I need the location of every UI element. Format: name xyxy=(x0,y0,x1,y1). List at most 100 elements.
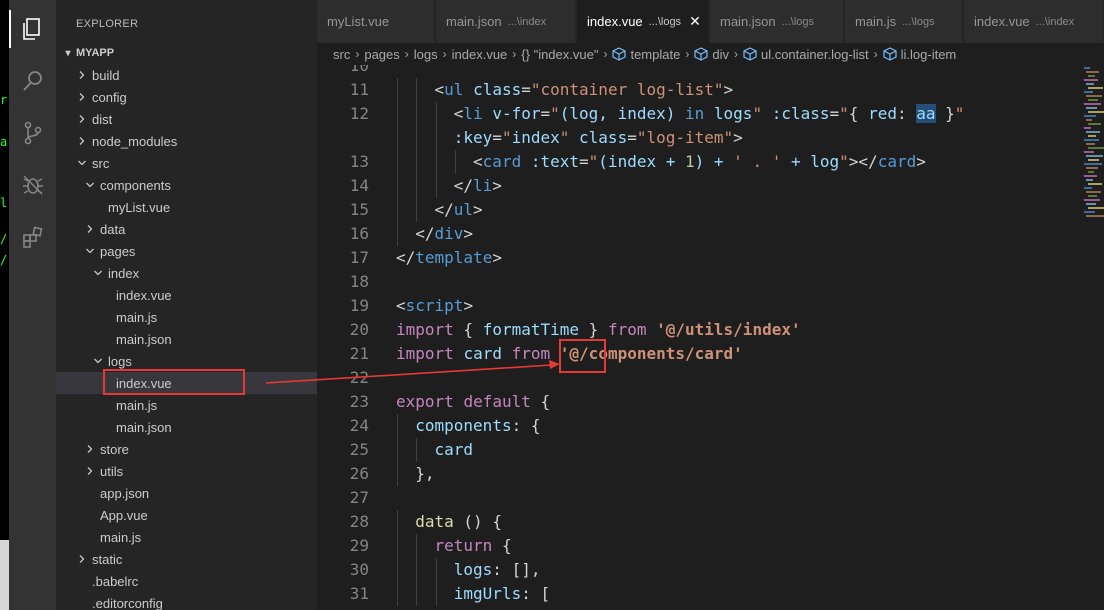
code-editor[interactable]: 10 11 <ul class="container log-list"> 12 <li… xyxy=(317,65,1087,610)
tree-file[interactable]: .editorconfig xyxy=(56,592,317,610)
code-token: { xyxy=(453,320,483,339)
tab-index-vue[interactable]: index.vue ...\logs ✕ xyxy=(577,0,709,43)
tree-file[interactable]: app.json xyxy=(56,482,317,504)
tree-folder[interactable]: build xyxy=(56,64,317,86)
code-line[interactable]: 19 <script> xyxy=(317,294,1087,318)
code-line[interactable]: 22 xyxy=(317,366,1087,390)
code-text: }, xyxy=(415,462,434,486)
tab-main-js[interactable]: main.js ...\logs xyxy=(845,0,963,43)
tree-item-label: main.js xyxy=(116,309,158,325)
code-line[interactable]: 29 return { xyxy=(317,534,1087,558)
minimap-line xyxy=(1084,127,1091,129)
code-text: export default { xyxy=(396,390,550,414)
breadcrumb-item[interactable]: div xyxy=(694,47,729,62)
code-line[interactable]: 31 imgUrls: [ xyxy=(317,582,1087,606)
tab-main-json[interactable]: main.json ...\logs xyxy=(710,0,844,43)
extensions-button[interactable] xyxy=(9,214,56,260)
tree-folder[interactable]: config xyxy=(56,86,317,108)
tree-item-label: config xyxy=(92,89,127,105)
minimap-line xyxy=(1088,159,1099,161)
close-icon[interactable]: ✕ xyxy=(689,13,701,30)
breadcrumb-item[interactable]: template xyxy=(612,47,680,62)
tab-index-vue[interactable]: index.vue ...\index xyxy=(964,0,1104,43)
code-line[interactable]: 28 data () { xyxy=(317,510,1087,534)
tree-file[interactable]: App.vue xyxy=(56,504,317,526)
code-line[interactable]: 14 </li> xyxy=(317,174,1087,198)
tree-item-label: components xyxy=(100,177,171,193)
tree-file[interactable]: index.vue xyxy=(56,372,317,394)
breadcrumb-item[interactable]: pages xyxy=(364,47,399,62)
tree-folder[interactable]: index xyxy=(56,262,317,284)
code-line[interactable]: 12 <li v-for="(log, index) in logs" :clas… xyxy=(317,102,1087,126)
breadcrumb-item[interactable]: logs xyxy=(414,47,438,62)
tree-folder[interactable]: logs xyxy=(56,350,317,372)
code-line[interactable]: 16 </div> xyxy=(317,222,1087,246)
code-line[interactable]: 25 card xyxy=(317,438,1087,462)
extensions-icon xyxy=(22,226,42,248)
tree-folder[interactable]: components xyxy=(56,174,317,196)
code-line[interactable]: 27 xyxy=(317,486,1087,510)
tree-file[interactable]: .babelrc xyxy=(56,570,317,592)
tree-file[interactable]: main.json xyxy=(56,416,317,438)
source-control-button[interactable] xyxy=(9,110,56,156)
tree-folder[interactable]: store xyxy=(56,438,317,460)
code-token: ul xyxy=(453,200,474,219)
code-text: imgUrls: [ xyxy=(454,582,550,606)
tree-folder[interactable]: pages xyxy=(56,240,317,262)
code-line[interactable]: 21 import card from '@/components/card' xyxy=(317,342,1087,366)
tree-file[interactable]: index.vue xyxy=(56,284,317,306)
debug-button[interactable] xyxy=(9,162,56,208)
explorer-button[interactable] xyxy=(9,6,56,52)
project-header[interactable]: ▾ MYAPP xyxy=(56,42,317,64)
minimap-line xyxy=(1088,75,1095,77)
tree-folder[interactable]: node_modules xyxy=(56,130,317,152)
terminal-glyph: / xyxy=(0,232,8,246)
search-button[interactable] xyxy=(9,58,56,104)
tab-mylist-vue[interactable]: myList.vue xyxy=(317,0,435,43)
minimap-line xyxy=(1088,135,1096,137)
tree-folder[interactable]: data xyxy=(56,218,317,240)
code-line[interactable]: 26}, xyxy=(317,462,1087,486)
code-line[interactable]: 20 import { formatTime } from '@/utils/in… xyxy=(317,318,1087,342)
code-line[interactable]: 10 xyxy=(317,65,1087,78)
breadcrumb-item[interactable]: index.vue xyxy=(452,47,508,62)
tree-item-label: main.js xyxy=(100,529,142,545)
code-line[interactable]: 15 </ul> xyxy=(317,198,1087,222)
tree-file[interactable]: main.json xyxy=(56,328,317,350)
indent-guide xyxy=(416,198,418,222)
minimap[interactable] xyxy=(1084,65,1104,610)
minimap-line xyxy=(1088,147,1104,149)
code-token: > xyxy=(463,296,474,315)
tree-folder[interactable]: dist xyxy=(56,108,317,130)
tab-main-json[interactable]: main.json ...\index xyxy=(436,0,576,43)
tree-file[interactable]: main.js xyxy=(56,526,317,548)
code-token: { xyxy=(530,392,551,411)
line-number: 15 xyxy=(349,200,369,219)
code-line[interactable]: 23 export default { xyxy=(317,390,1087,414)
breadcrumb-item[interactable]: {} "index.vue" xyxy=(521,47,598,62)
chevron-down-icon xyxy=(86,248,94,254)
breadcrumb-item[interactable]: li.log-item xyxy=(883,47,956,62)
code-text: <ul class="container log-list"> xyxy=(435,78,734,102)
code-line[interactable]: :key="index" class="log-item"> xyxy=(317,126,1087,150)
chevron-down-icon xyxy=(92,350,104,372)
code-line[interactable]: 18 xyxy=(317,270,1087,294)
tree-folder[interactable]: utils xyxy=(56,460,317,482)
code-line[interactable]: 24 components: { xyxy=(317,414,1087,438)
tree-file[interactable]: myList.vue xyxy=(56,196,317,218)
breadcrumb-separator-icon: › xyxy=(873,47,878,61)
code-line[interactable]: 11 <ul class="container log-list"> xyxy=(317,78,1087,102)
tree-folder[interactable]: static xyxy=(56,548,317,570)
code-line[interactable]: 13 <card :text="(index + 1) + ' . ' + log… xyxy=(317,150,1087,174)
breadcrumb-item[interactable]: src xyxy=(333,47,350,62)
indent-guide xyxy=(416,582,418,606)
tree-file[interactable]: main.js xyxy=(56,394,317,416)
code-line[interactable]: 17 </template> xyxy=(317,246,1087,270)
tree-folder[interactable]: src xyxy=(56,152,317,174)
code-token: components xyxy=(415,416,512,435)
tree-file[interactable]: main.js xyxy=(56,306,317,328)
code-line[interactable]: 30 logs: [], xyxy=(317,558,1087,582)
background-terminal-strip: r a l / / xyxy=(0,0,9,610)
breadcrumb-item[interactable]: ul.container.log-list xyxy=(743,47,869,62)
